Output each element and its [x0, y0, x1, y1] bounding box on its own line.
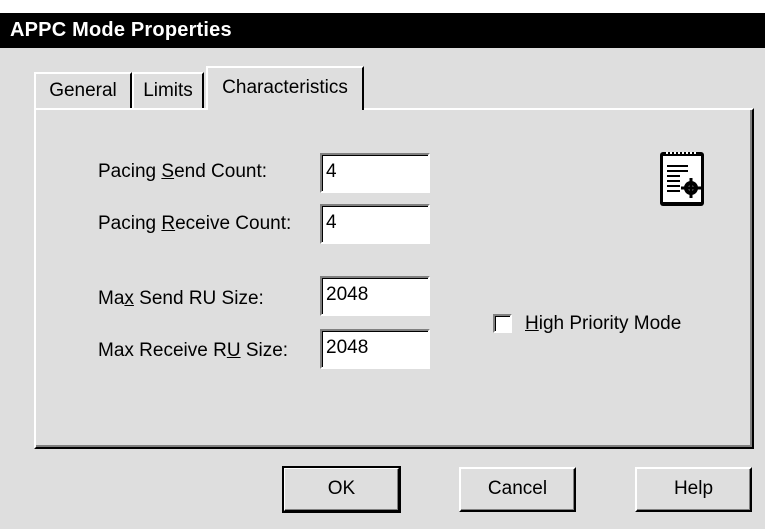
tab-label: Characteristics: [222, 77, 348, 98]
pacing-send-count-input[interactable]: 4: [320, 153, 430, 193]
max-send-ru-size-input[interactable]: 2048: [320, 276, 430, 316]
help-button[interactable]: Help: [635, 467, 752, 512]
tab-limits[interactable]: Limits: [132, 72, 204, 108]
max-receive-ru-size-input[interactable]: 2048: [320, 329, 430, 369]
document-properties-icon: [660, 152, 704, 206]
pacing-send-count-label: Pacing Send Count:: [98, 161, 268, 182]
high-priority-mode-label[interactable]: High Priority Mode: [525, 312, 681, 336]
pacing-receive-count-label: Pacing Receive Count:: [98, 213, 292, 234]
top-margin: [0, 0, 765, 13]
cancel-button[interactable]: Cancel: [459, 467, 576, 512]
tab-general[interactable]: General: [34, 72, 132, 108]
panel-shadow: [750, 110, 752, 447]
max-receive-ru-size-label: Max Receive RU Size:: [98, 340, 289, 361]
appc-mode-properties-dialog: APPC Mode Properties General Limits Char…: [0, 0, 765, 529]
max-send-ru-size-label: Max Send RU Size:: [98, 288, 264, 309]
high-priority-mode-checkbox[interactable]: [493, 314, 512, 333]
window-title: APPC Mode Properties: [0, 13, 765, 48]
pacing-receive-count-input[interactable]: 4: [320, 204, 430, 244]
panel-shadow: [36, 445, 752, 447]
tab-label: General: [49, 80, 117, 101]
tab-label: Limits: [143, 80, 193, 101]
tab-characteristics[interactable]: Characteristics: [206, 66, 364, 110]
ok-button[interactable]: OK: [282, 466, 401, 513]
